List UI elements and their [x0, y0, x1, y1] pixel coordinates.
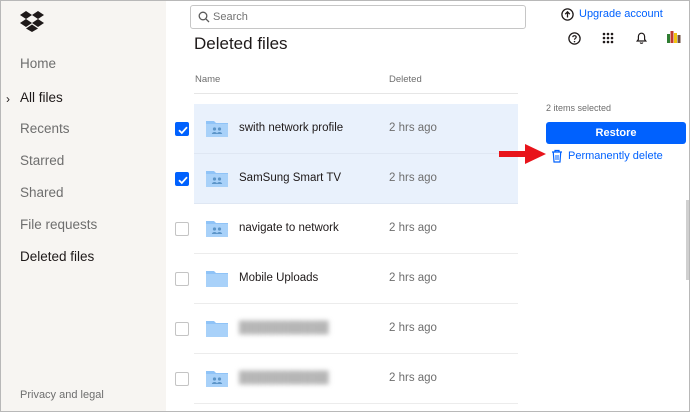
- header-divider: [194, 93, 518, 94]
- sidebar-item-all-files[interactable]: All files: [20, 90, 63, 105]
- table-row[interactable]: Mobile Uploads 2 hrs ago: [194, 254, 518, 304]
- row-checkbox[interactable]: [175, 322, 189, 336]
- shared-folder-icon: [206, 221, 228, 237]
- scrollbar[interactable]: [686, 200, 689, 280]
- shared-folder-icon: [206, 371, 228, 387]
- shared-folder-icon: [206, 171, 228, 187]
- search-input[interactable]: [213, 8, 513, 26]
- deleted-time: 2 hrs ago: [389, 222, 437, 234]
- file-name[interactable]: navigate to network: [239, 222, 339, 234]
- row-checkbox[interactable]: [175, 372, 189, 386]
- file-name[interactable]: swith network profile: [239, 122, 343, 134]
- shared-folder-icon: [206, 121, 228, 137]
- folder-icon: [206, 321, 228, 337]
- dropbox-logo[interactable]: [19, 10, 45, 32]
- sidebar-item-deleted-files[interactable]: Deleted files: [20, 249, 94, 264]
- row-checkbox[interactable]: [175, 222, 189, 236]
- deleted-time: 2 hrs ago: [389, 372, 437, 384]
- row-checkbox[interactable]: [175, 172, 189, 186]
- restore-button[interactable]: Restore: [546, 122, 686, 144]
- deleted-time: 2 hrs ago: [389, 172, 437, 184]
- annotation-arrow-icon: [499, 144, 546, 164]
- selected-count: 2 items selected: [546, 103, 612, 113]
- page-title: Deleted files: [194, 34, 288, 53]
- trash-icon: [552, 149, 562, 163]
- sidebar: Home › All files Recents Starred Shared …: [0, 0, 166, 412]
- privacy-legal-link[interactable]: Privacy and legal: [20, 389, 104, 401]
- deleted-time: 2 hrs ago: [389, 122, 437, 134]
- chevron-right-icon[interactable]: ›: [6, 92, 10, 106]
- apps-grid-icon[interactable]: [600, 30, 616, 46]
- file-name[interactable]: Mobile Uploads: [239, 272, 318, 284]
- search-bar[interactable]: [190, 5, 526, 29]
- upgrade-account-label: Upgrade account: [579, 8, 663, 20]
- column-header-name[interactable]: Name: [195, 74, 220, 85]
- sidebar-item-shared[interactable]: Shared: [20, 185, 64, 200]
- table-row[interactable]: navigate to network 2 hrs ago: [194, 204, 518, 254]
- table-row[interactable]: swith network profile 2 hrs ago: [194, 104, 518, 154]
- file-name-redacted[interactable]: ███████████: [239, 372, 329, 384]
- sidebar-item-home[interactable]: Home: [20, 56, 56, 71]
- deleted-time: 2 hrs ago: [389, 322, 437, 334]
- deleted-time: 2 hrs ago: [389, 272, 437, 284]
- upgrade-account-link[interactable]: Upgrade account: [561, 6, 663, 22]
- row-checkbox[interactable]: [175, 122, 189, 136]
- table-row[interactable]: SamSung Smart TV 2 hrs ago: [194, 154, 518, 204]
- column-header-deleted[interactable]: Deleted: [389, 74, 422, 85]
- upgrade-arrow-icon: [561, 7, 574, 21]
- permanently-delete-link[interactable]: Permanently delete: [551, 148, 663, 164]
- file-name-redacted[interactable]: ███████████: [239, 322, 329, 334]
- permanently-delete-label: Permanently delete: [568, 150, 663, 162]
- help-icon[interactable]: [566, 30, 582, 46]
- avatar[interactable]: [666, 29, 682, 45]
- bell-icon[interactable]: [633, 30, 649, 46]
- table-row[interactable]: ███████████ 2 hrs ago: [194, 354, 518, 404]
- table-row[interactable]: ███████████ 2 hrs ago: [194, 304, 518, 354]
- row-checkbox[interactable]: [175, 272, 189, 286]
- file-name[interactable]: SamSung Smart TV: [239, 172, 341, 184]
- sidebar-item-file-requests[interactable]: File requests: [20, 217, 97, 232]
- sidebar-item-starred[interactable]: Starred: [20, 153, 64, 168]
- sidebar-item-recents[interactable]: Recents: [20, 121, 70, 136]
- folder-icon: [206, 271, 228, 287]
- search-icon: [198, 11, 210, 23]
